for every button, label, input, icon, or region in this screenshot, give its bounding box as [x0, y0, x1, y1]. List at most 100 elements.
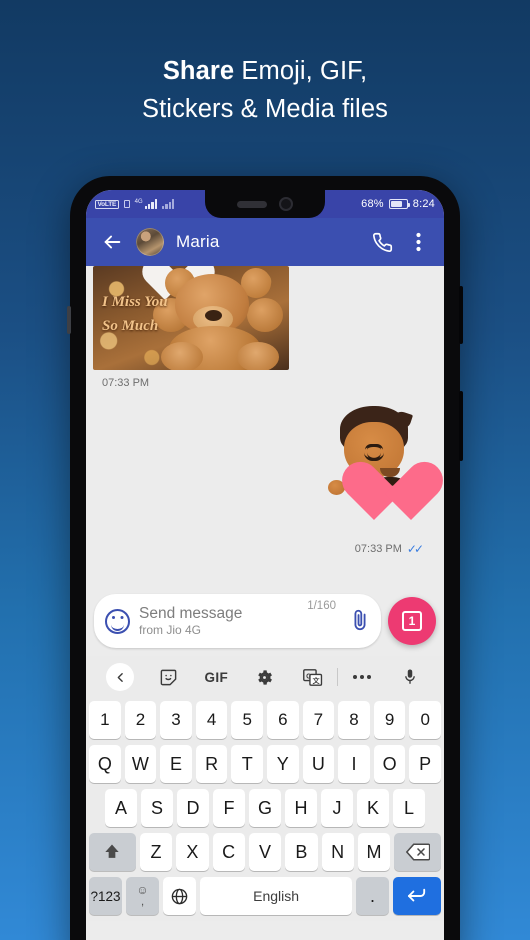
- chevron-left-icon[interactable]: [96, 663, 144, 691]
- microphone-icon[interactable]: [386, 667, 434, 687]
- space-key[interactable]: English: [200, 877, 353, 915]
- symbols-key[interactable]: ?123: [89, 877, 123, 915]
- outgoing-message-time: 07:33 PM: [354, 543, 402, 555]
- key-6[interactable]: 6: [267, 701, 299, 739]
- network-type-label: 4G: [134, 199, 143, 205]
- app-bar: Maria: [86, 218, 444, 266]
- earpiece-speaker-icon: [237, 200, 267, 208]
- read-receipt-icon: ✓✓: [406, 542, 424, 556]
- key-f[interactable]: F: [213, 789, 245, 827]
- avatar[interactable]: [136, 228, 164, 256]
- key-3[interactable]: 3: [160, 701, 192, 739]
- key-7[interactable]: 7: [302, 701, 335, 739]
- shift-arrow-icon[interactable]: [88, 833, 136, 871]
- key-p[interactable]: P: [409, 745, 441, 783]
- phone-mockup: VoLTE 4G 68% 8:24 Maria I Miss You So Mu…: [67, 176, 463, 940]
- key-u[interactable]: U: [302, 745, 335, 783]
- key-l[interactable]: L: [393, 789, 425, 827]
- character-counter: 1/160: [307, 600, 336, 612]
- key-5[interactable]: 5: [231, 701, 263, 739]
- key-2[interactable]: 2: [124, 701, 157, 739]
- more-dots-icon[interactable]: [338, 674, 386, 680]
- key-0[interactable]: 0: [409, 701, 441, 739]
- front-camera-icon: [279, 197, 293, 211]
- key-4[interactable]: 4: [195, 701, 228, 739]
- phone-power-button: [459, 391, 463, 461]
- phone-screen: VoLTE 4G 68% 8:24 Maria I Miss You So Mu…: [86, 190, 444, 940]
- phone-icon[interactable]: [370, 230, 394, 254]
- key-z[interactable]: Z: [139, 833, 173, 871]
- volte-badge: VoLTE: [95, 199, 119, 209]
- key-w[interactable]: W: [124, 745, 157, 783]
- key-m[interactable]: M: [357, 833, 391, 871]
- phone-volume-button: [459, 286, 463, 344]
- emoji-comma-key[interactable]: ☺ ,: [126, 877, 160, 915]
- key-e[interactable]: E: [160, 745, 192, 783]
- key-8[interactable]: 8: [338, 701, 370, 739]
- key-y[interactable]: Y: [267, 745, 299, 783]
- contact-name: Maria: [176, 232, 220, 251]
- keyboard-row-numbers: 1 2 3 4 5 6 7 8 9 0: [86, 698, 444, 742]
- send-button[interactable]: 1: [388, 597, 436, 645]
- search-input[interactable]: Send message: [139, 604, 298, 623]
- key-o[interactable]: O: [373, 745, 406, 783]
- incoming-message[interactable]: I Miss You So Much 07:33 PM: [86, 266, 444, 389]
- emoji-smiley-icon[interactable]: [105, 608, 130, 634]
- keyboard-row-top: Q W E R T Y U I O P: [86, 742, 444, 786]
- message-input-bar: Send message from Jio 4G 1/160 1: [86, 588, 444, 656]
- outgoing-emoji-sticker[interactable]: [328, 406, 420, 534]
- keyboard-row-bottom: Z X C V B N M: [86, 830, 444, 874]
- key-c[interactable]: C: [212, 833, 245, 871]
- sticker-text-line-1: I Miss You: [102, 294, 168, 310]
- pink-heart-shape: [338, 454, 410, 526]
- headline-bold-word: Share: [162, 57, 235, 85]
- on-screen-keyboard[interactable]: GIF G 文 1 2 3 4 5 6 7 8 9 0 Q W E R T Y …: [86, 656, 444, 921]
- headline-rest: Emoji, GIF,: [234, 57, 368, 85]
- backspace-icon[interactable]: [394, 833, 442, 871]
- globe-language-icon[interactable]: [163, 877, 197, 915]
- gif-button[interactable]: GIF: [192, 670, 240, 685]
- key-t[interactable]: T: [231, 745, 263, 783]
- back-arrow-icon[interactable]: [100, 230, 124, 254]
- message-input-text[interactable]: Send message from Jio 4G: [139, 604, 298, 638]
- keyboard-row-space: ?123 ☺ , English .: [86, 874, 444, 918]
- promo-headline: Share Emoji, GIF, Stickers & Media files: [0, 52, 530, 128]
- period-key[interactable]: .: [356, 877, 390, 915]
- message-input-box[interactable]: Send message from Jio 4G 1/160: [94, 594, 381, 648]
- svg-text:文: 文: [311, 675, 319, 684]
- key-k[interactable]: K: [357, 789, 389, 827]
- keyboard-toolbar: GIF G 文: [86, 656, 444, 698]
- key-j[interactable]: J: [321, 789, 353, 827]
- key-1[interactable]: 1: [89, 701, 121, 739]
- key-h[interactable]: H: [285, 789, 317, 827]
- send-count-badge: 1: [402, 611, 422, 631]
- overflow-menu-icon[interactable]: [406, 230, 430, 254]
- phone-notch: [205, 190, 325, 218]
- clock-label: 8:24: [412, 198, 435, 210]
- key-d[interactable]: D: [177, 789, 209, 827]
- chat-thread[interactable]: I Miss You So Much 07:33 PM 07:33 PM ✓✓: [86, 266, 444, 588]
- translate-icon[interactable]: G 文: [289, 668, 337, 687]
- gear-icon[interactable]: [240, 668, 288, 687]
- key-r[interactable]: R: [195, 745, 228, 783]
- signal-bars-sim1-icon: [144, 199, 157, 209]
- enter-return-icon[interactable]: [393, 877, 441, 915]
- key-9[interactable]: 9: [373, 701, 406, 739]
- incoming-sticker-image[interactable]: I Miss You So Much: [93, 266, 289, 370]
- key-n[interactable]: N: [321, 833, 354, 871]
- key-a[interactable]: A: [105, 789, 137, 827]
- key-b[interactable]: B: [285, 833, 318, 871]
- battery-icon: [388, 199, 411, 209]
- key-x[interactable]: X: [176, 833, 209, 871]
- key-s[interactable]: S: [141, 789, 173, 827]
- teddy-bear-illustration: [147, 268, 285, 370]
- sticker-icon[interactable]: [144, 668, 192, 687]
- paperclip-icon[interactable]: [349, 607, 371, 635]
- key-v[interactable]: V: [248, 833, 282, 871]
- key-g[interactable]: G: [249, 789, 281, 827]
- key-i[interactable]: I: [338, 745, 370, 783]
- key-q[interactable]: Q: [89, 745, 121, 783]
- headline-line-2: Stickers & Media files: [142, 95, 388, 123]
- message-input-subtitle: from Jio 4G: [139, 623, 202, 638]
- status-bar-left: VoLTE 4G: [95, 199, 175, 209]
